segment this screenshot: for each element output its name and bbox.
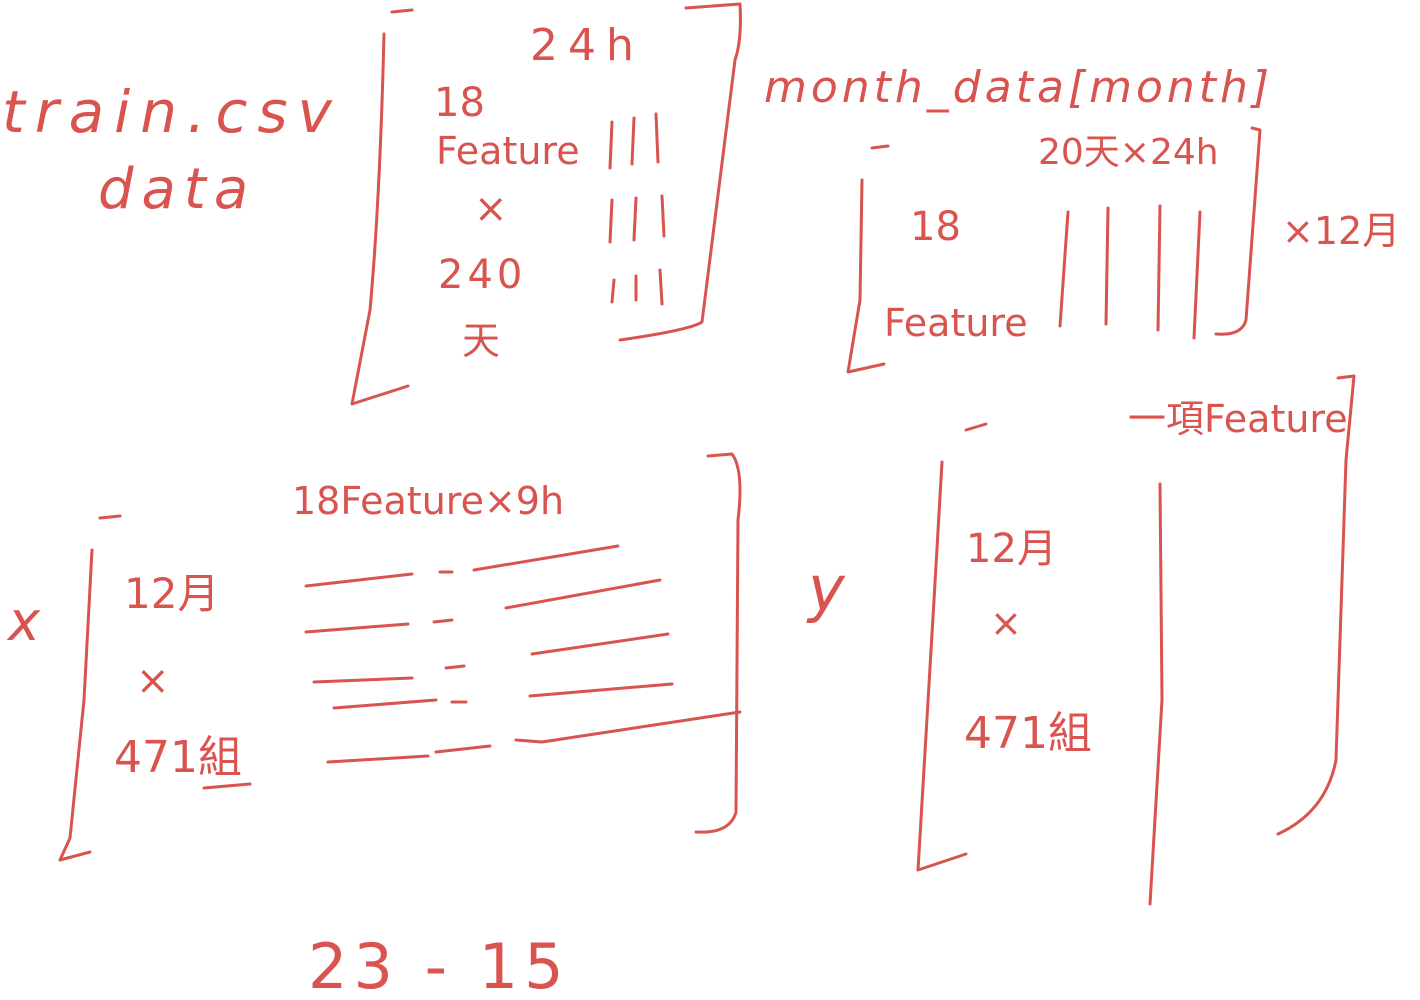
- x-matrix-months: 12月: [124, 569, 219, 618]
- x-matrix-rows: [304, 544, 742, 764]
- month-data-title: month_data[month]: [764, 62, 1273, 113]
- y-matrix-groups: 471組: [964, 708, 1092, 759]
- data-var-label: data: [98, 157, 256, 222]
- x-var-label: x: [6, 590, 41, 653]
- month-matrix-bracket-left: [846, 144, 890, 374]
- month-matrix-bracket-right: [1214, 126, 1262, 336]
- x-matrix-col-header: 18Feature×9h: [292, 479, 564, 523]
- y-matrix-bracket-right: [1276, 374, 1356, 836]
- matrix-row-count: 18: [434, 80, 485, 126]
- y-matrix-col-header: 一項Feature: [1128, 397, 1348, 441]
- x-matrix-bracket-right: [694, 452, 742, 834]
- matrix-days-count: 240: [438, 252, 526, 298]
- y-matrix-bracket-left: [916, 422, 988, 872]
- month-matrix-col-header: 20天×24h: [1038, 132, 1219, 173]
- month-matrix-row-count: 18: [910, 204, 961, 250]
- month-multiplier: ×12月: [1282, 209, 1400, 253]
- y-matrix-times-sign: ×: [990, 601, 1022, 645]
- matrix-days-unit: 天: [462, 319, 500, 363]
- y-matrix-column: [1148, 482, 1164, 906]
- train-csv-label: train.csv: [2, 78, 342, 146]
- x-groups-underline: [202, 782, 252, 790]
- y-matrix-months: 12月: [966, 526, 1057, 572]
- footer-note: 23 - 15: [308, 930, 570, 1000]
- x-matrix-times-sign: ×: [136, 658, 170, 704]
- matrix-row-name: Feature: [436, 129, 580, 173]
- y-var-label: y: [806, 552, 846, 625]
- matrix-cells: [608, 112, 666, 306]
- matrix-bracket-left: [350, 8, 414, 406]
- month-matrix-cells: [1058, 204, 1202, 340]
- month-matrix-row-name: Feature: [884, 301, 1028, 345]
- matrix-col-header: 24h: [530, 20, 644, 71]
- x-matrix-groups: 471組: [114, 732, 242, 783]
- matrix-times-sign: ×: [474, 186, 508, 232]
- x-matrix-bracket-left: [58, 514, 122, 862]
- whiteboard-canvas: train.csv data 24h 18 Feature × 240 天 mo…: [2, 2, 1400, 1000]
